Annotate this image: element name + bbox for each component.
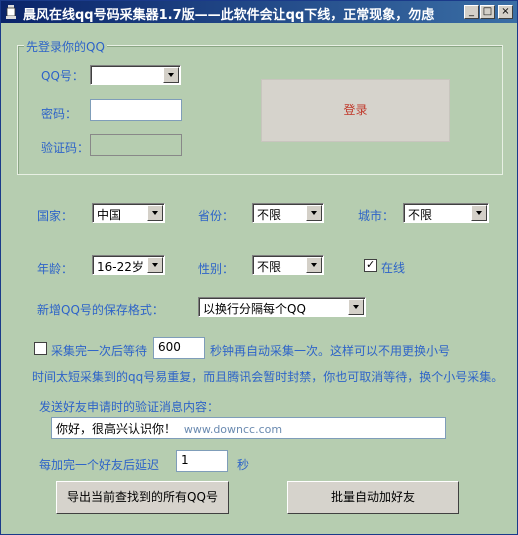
- city-label: 城市：: [358, 209, 395, 223]
- province-select-value: 不限: [257, 208, 282, 222]
- chevron-down-icon[interactable]: [147, 205, 163, 221]
- add-friends-button[interactable]: 批量自动加好友: [287, 481, 459, 514]
- message-field[interactable]: 你好，很高兴认识你！ www.downcc.com: [51, 417, 446, 439]
- gender-label: 性别：: [198, 262, 235, 276]
- city-select-value: 不限: [408, 208, 433, 222]
- message-value: 你好，很高兴认识你！: [56, 422, 177, 436]
- login-group-label: 先登录你的QQ: [24, 38, 107, 55]
- delay-seconds-field[interactable]: 1: [176, 450, 228, 472]
- chevron-down-icon[interactable]: [471, 205, 487, 221]
- captcha-label: 验证码：: [41, 141, 90, 155]
- minimize-button[interactable]: _: [464, 5, 479, 19]
- title-bar[interactable]: 晨风在线qq号码采集器1.7版——此软件会让qq下线，正常现象，勿虑 _ □ ×: [1, 1, 517, 23]
- city-select[interactable]: 不限: [403, 203, 489, 223]
- window-title: 晨风在线qq号码采集器1.7版——此软件会让qq下线，正常现象，勿虑: [23, 8, 435, 23]
- wait-suffix-label: 秒钟再自动采集一次。这样可以不用更换小号: [210, 344, 451, 358]
- wait-prefix-label: 采集完一次后等待: [51, 344, 148, 358]
- delay-suffix-label: 秒: [237, 458, 250, 472]
- save-format-select[interactable]: 以换行分隔每个QQ: [198, 297, 366, 317]
- login-button[interactable]: 登录: [261, 79, 450, 142]
- gender-select[interactable]: 不限: [252, 255, 324, 275]
- wait-explanation: 时间太短采集到的qq号易重复，而且腾讯会暂时封禁，你也可取消等待，换个小号采集。: [32, 370, 504, 384]
- app-icon: [6, 5, 16, 19]
- age-label: 年龄：: [37, 262, 74, 276]
- password-field[interactable]: [90, 99, 182, 121]
- main-window: 晨风在线qq号码采集器1.7版——此软件会让qq下线，正常现象，勿虑 _ □ ×…: [0, 0, 518, 535]
- age-select[interactable]: 16-22岁: [92, 255, 165, 275]
- watermark-text: www.downcc.com: [183, 423, 283, 436]
- save-format-label: 新增QQ号的保存格式：: [37, 303, 164, 317]
- online-checkbox[interactable]: ✓: [364, 258, 377, 272]
- close-button[interactable]: ×: [498, 5, 513, 19]
- checkmark-icon: ✓: [366, 258, 376, 271]
- qq-label: QQ号：: [41, 69, 84, 83]
- chevron-down-icon[interactable]: [147, 257, 163, 273]
- captcha-field[interactable]: [90, 134, 182, 156]
- province-label: 省份：: [198, 209, 235, 223]
- chevron-down-icon[interactable]: [306, 205, 322, 221]
- country-select-value: 中国: [97, 208, 122, 222]
- wait-checkbox[interactable]: [34, 342, 47, 355]
- age-select-value: 16-22岁: [97, 260, 144, 274]
- export-button[interactable]: 导出当前查找到的所有QQ号: [56, 481, 229, 514]
- save-format-value: 以换行分隔每个QQ: [203, 302, 306, 316]
- online-label: 在线: [381, 261, 406, 275]
- wait-seconds-field[interactable]: 600: [153, 337, 205, 359]
- chevron-down-icon[interactable]: [348, 299, 364, 315]
- message-label: 发送好友申请时的验证消息内容：: [39, 400, 220, 414]
- maximize-button[interactable]: □: [480, 5, 495, 19]
- delay-prefix-label: 每加完一个好友后延迟: [39, 458, 160, 472]
- country-select[interactable]: 中国: [92, 203, 165, 223]
- country-label: 国家：: [37, 209, 74, 223]
- chevron-down-icon[interactable]: [163, 67, 179, 83]
- qq-select[interactable]: [90, 65, 181, 85]
- password-label: 密码：: [41, 107, 78, 121]
- chevron-down-icon[interactable]: [306, 257, 322, 273]
- province-select[interactable]: 不限: [252, 203, 324, 223]
- gender-select-value: 不限: [257, 260, 282, 274]
